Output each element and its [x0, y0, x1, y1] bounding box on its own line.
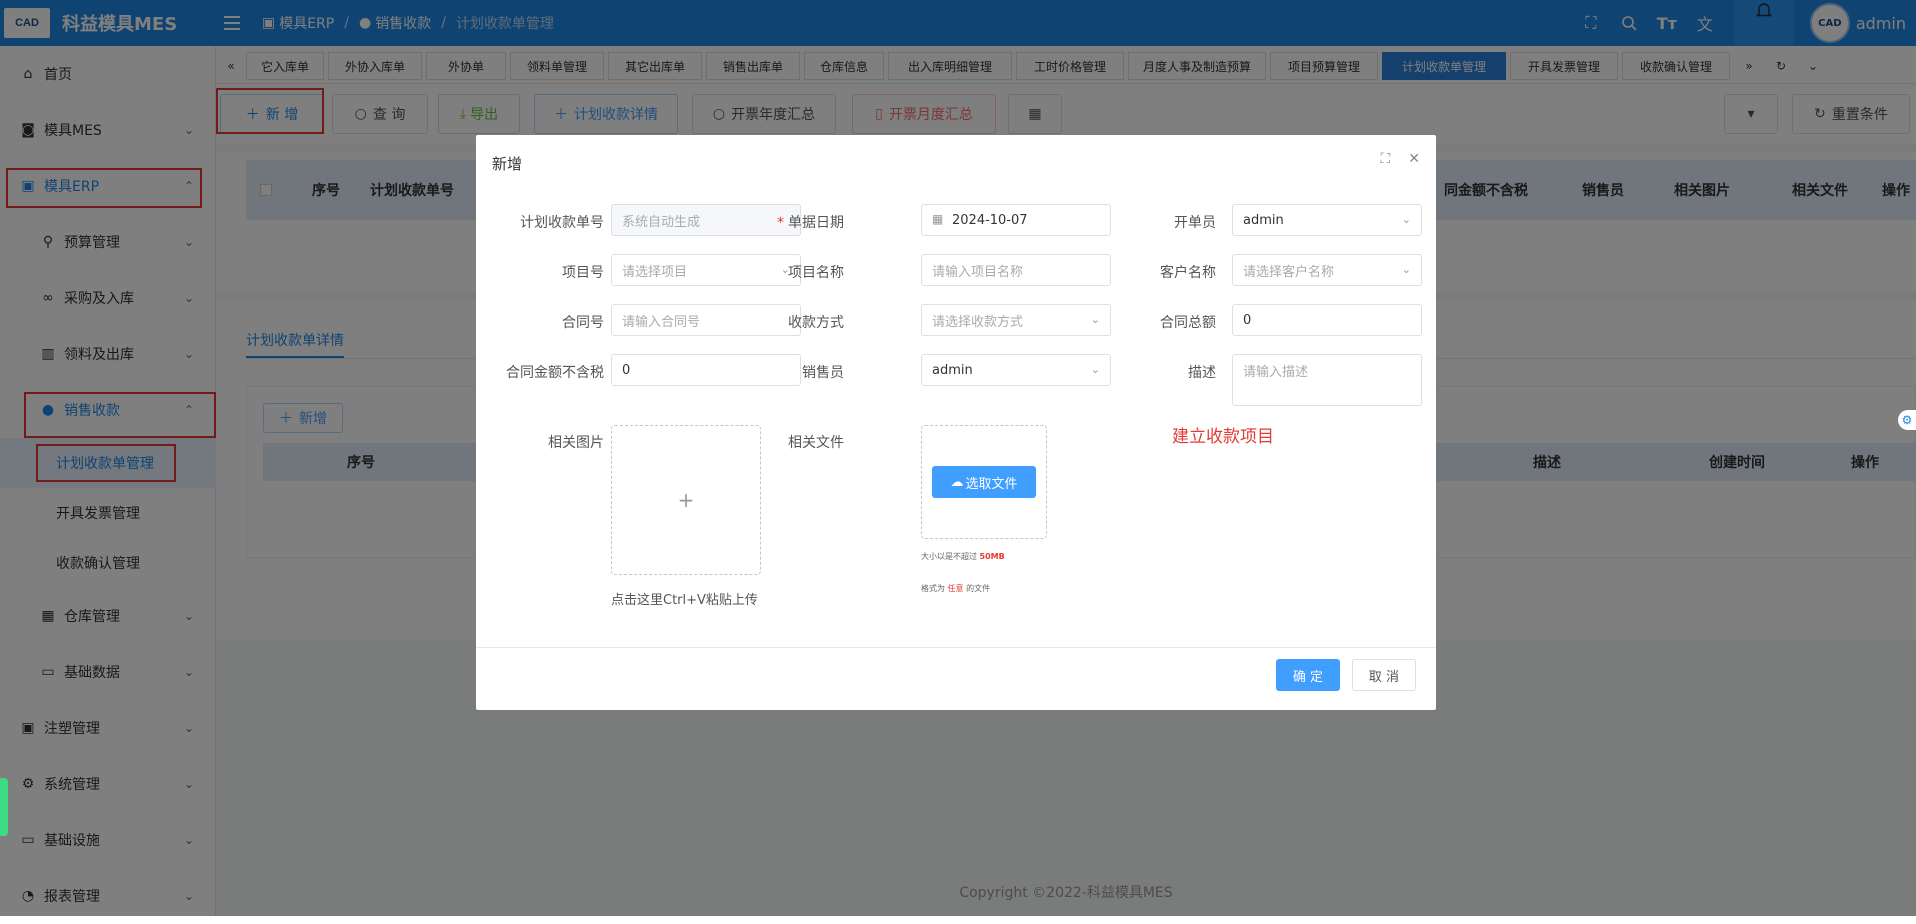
file-format-hint: 格式为 任意 的文件: [921, 584, 991, 593]
project-name-input[interactable]: 请输入项目名称: [921, 254, 1111, 286]
project-name-label: 项目名称: [788, 265, 844, 281]
description-textarea[interactable]: 请输入描述: [1232, 354, 1422, 406]
salesman-select[interactable]: admin ⌄: [921, 354, 1111, 386]
chevron-down-icon: ⌄: [1090, 313, 1100, 326]
paste-hint: 点击这里Ctrl+V粘贴上传: [611, 593, 758, 608]
amount-ex-tax-label: 合同金额不含税: [506, 365, 604, 381]
cloud-upload-icon: ☁: [950, 474, 964, 490]
doc-date-field[interactable]: ▦ 2024-10-07: [921, 204, 1111, 236]
creator-label: 开单员: [1174, 215, 1216, 231]
customer-select[interactable]: 请选择客户名称 ⌄: [1232, 254, 1422, 286]
customer-label: 客户名称: [1160, 265, 1216, 281]
dialog-title: 新增: [492, 155, 523, 173]
plan-no-label: 计划收款单号: [520, 215, 604, 231]
creator-select[interactable]: admin ⌄: [1232, 204, 1422, 236]
file-size-hint: 大小以是不超过 50MB: [921, 552, 1005, 561]
calendar-icon: ▦: [932, 212, 944, 226]
description-label: 描述: [1188, 365, 1216, 381]
confirm-button[interactable]: 确 定: [1276, 659, 1340, 691]
salesman-label: 销售员: [802, 365, 844, 381]
add-dialog: 新增 ⛶ ✕ 计划收款单号 系统自动生成 * 单据日期 ▦ 2024-10-07 …: [476, 135, 1436, 710]
pay-method-label: 收款方式: [788, 315, 844, 331]
project-no-label: 项目号: [562, 265, 604, 281]
contract-total-input[interactable]: 0: [1232, 304, 1422, 336]
dialog-footer-divider: [476, 647, 1436, 648]
annotation-text: 建立收款项目: [1172, 427, 1274, 447]
contract-no-label: 合同号: [562, 315, 604, 331]
images-label: 相关图片: [548, 435, 604, 451]
cancel-button[interactable]: 取 消: [1352, 659, 1416, 691]
files-label: 相关文件: [788, 435, 844, 451]
file-upload-area: ☁ 选取文件: [921, 425, 1047, 539]
dialog-actions: ⛶ ✕: [1380, 151, 1420, 167]
chevron-down-icon: ⌄: [1401, 213, 1411, 226]
floating-side-tab[interactable]: [0, 778, 8, 836]
pay-method-select[interactable]: 请选择收款方式 ⌄: [921, 304, 1111, 336]
chevron-down-icon: ⌄: [1401, 263, 1411, 276]
select-file-button[interactable]: ☁ 选取文件: [932, 466, 1036, 498]
contract-total-label: 合同总额: [1160, 315, 1216, 331]
maximize-icon[interactable]: ⛶: [1380, 151, 1390, 167]
close-icon[interactable]: ✕: [1408, 151, 1420, 167]
doc-date-label: * 单据日期: [777, 215, 844, 231]
plus-icon: +: [677, 488, 695, 512]
chevron-down-icon: ⌄: [1090, 363, 1100, 376]
floating-settings-icon[interactable]: ⚙: [1898, 410, 1916, 430]
